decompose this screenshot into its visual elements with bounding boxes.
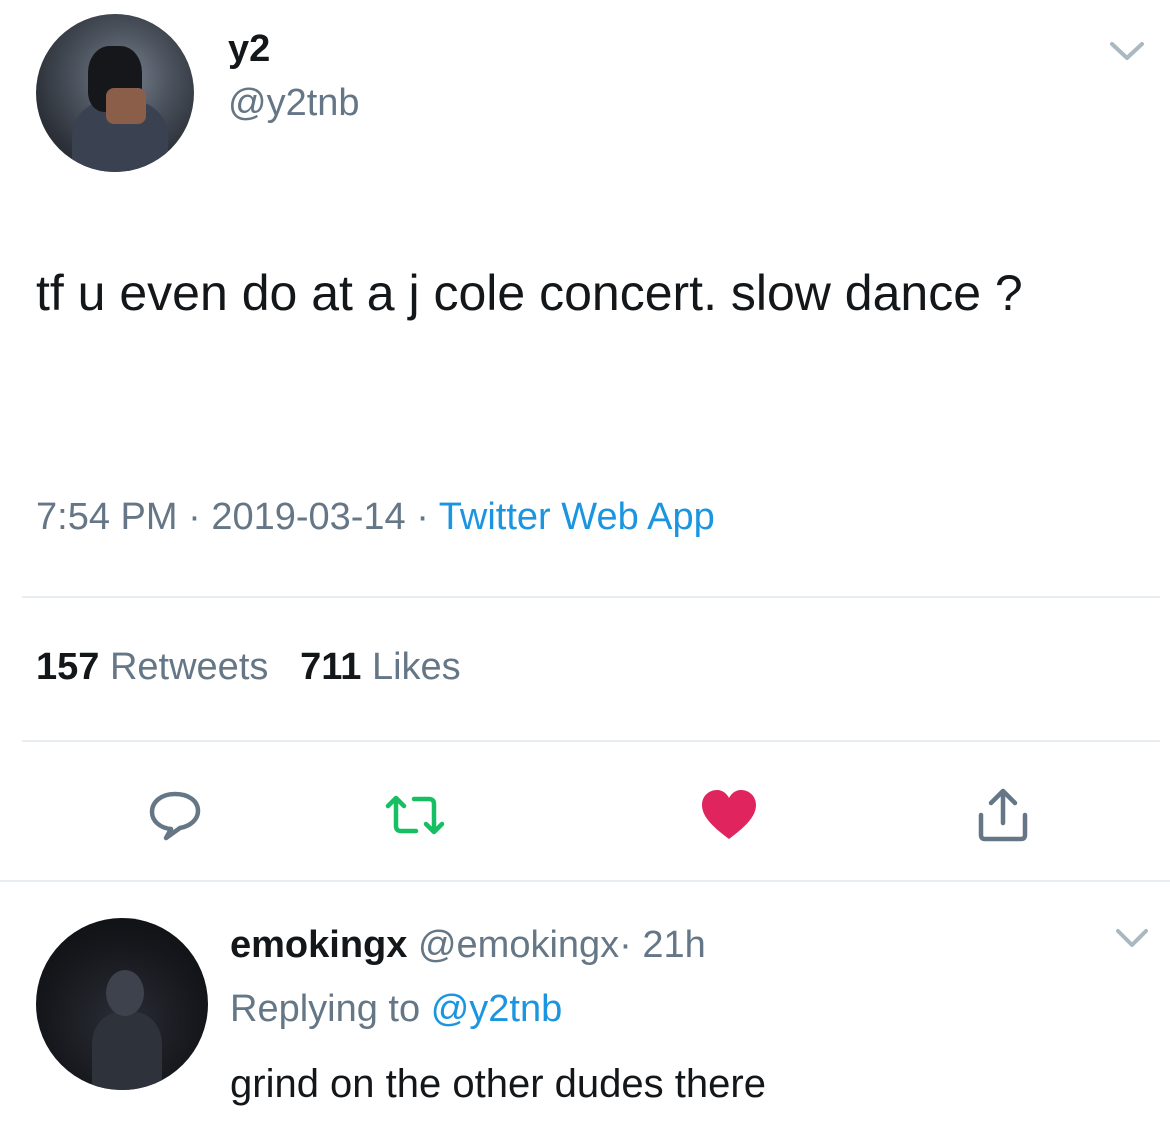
tweet-date[interactable]: 2019-03-14 bbox=[211, 496, 405, 538]
tweet-text: tf u even do at a j cole concert. slow d… bbox=[36, 265, 1023, 321]
replying-prefix: Replying to bbox=[230, 988, 421, 1030]
meta-separator: · bbox=[416, 496, 429, 538]
replying-to-handle[interactable]: @y2tnb bbox=[431, 988, 563, 1030]
reply-button[interactable] bbox=[140, 780, 210, 850]
meta-separator: · bbox=[619, 924, 632, 966]
chevron-down-icon[interactable] bbox=[1106, 36, 1148, 66]
like-button[interactable] bbox=[694, 780, 764, 850]
reply-header: emokingx @emokingx· 21h bbox=[230, 924, 706, 967]
reply-author-handle[interactable]: @emokingx bbox=[418, 924, 619, 966]
divider bbox=[22, 596, 1160, 598]
retweets-stat[interactable]: 157 Retweets bbox=[36, 646, 268, 688]
heart-icon bbox=[702, 790, 756, 839]
reply-author-avatar[interactable] bbox=[36, 918, 208, 1090]
retweet-icon bbox=[385, 795, 445, 835]
retweet-button[interactable] bbox=[380, 780, 450, 850]
like-count: 711 bbox=[300, 646, 362, 688]
share-button[interactable] bbox=[968, 780, 1038, 850]
tweet-time: 7:54 PM bbox=[36, 496, 178, 538]
chevron-down-icon[interactable] bbox=[1112, 924, 1152, 952]
tweet-source-link[interactable]: Twitter Web App bbox=[439, 496, 715, 538]
divider bbox=[22, 740, 1160, 742]
replying-to: Replying to @y2tnb bbox=[230, 988, 562, 1031]
tweet-meta: 7:54 PM · 2019-03-14 · Twitter Web App bbox=[36, 496, 715, 539]
author-name[interactable]: y2 bbox=[228, 28, 270, 71]
share-icon bbox=[978, 788, 1028, 842]
author-avatar[interactable] bbox=[36, 14, 194, 172]
author-handle[interactable]: @y2tnb bbox=[228, 82, 360, 125]
reply-author-name[interactable]: emokingx bbox=[230, 924, 407, 966]
retweet-label: Retweets bbox=[109, 646, 269, 688]
reply-age[interactable]: 21h bbox=[642, 924, 705, 966]
likes-stat[interactable]: 711 Likes bbox=[300, 646, 461, 688]
like-label: Likes bbox=[371, 646, 461, 688]
retweet-count: 157 bbox=[36, 646, 100, 688]
meta-separator: · bbox=[188, 496, 201, 538]
tweet-stats: 157 Retweets 711 Likes bbox=[36, 646, 461, 689]
reply-bubble-icon bbox=[149, 791, 201, 841]
divider bbox=[0, 880, 1170, 882]
reply-text: grind on the other dudes there bbox=[230, 1062, 766, 1106]
